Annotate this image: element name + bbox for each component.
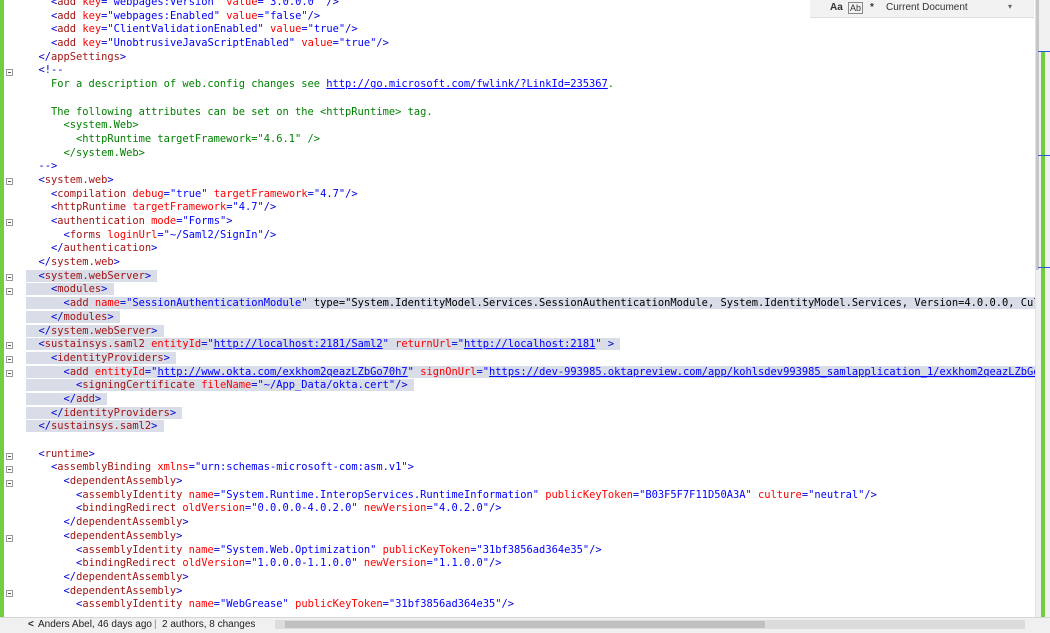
fold-toggle-system-web[interactable] xyxy=(6,178,13,185)
code-line[interactable]: <signingCertificate fileName="~/App_Data… xyxy=(26,379,1035,393)
code-line[interactable]: <add name="SessionAuthenticationModule" … xyxy=(26,297,1035,311)
code-line[interactable]: <bindingRedirect oldVersion="1.0.0.0-1.1… xyxy=(26,557,1035,571)
chevron-left-icon[interactable]: < xyxy=(28,619,34,630)
fold-toggle-identity-providers[interactable] xyxy=(6,356,13,363)
fold-toggle-authentication[interactable] xyxy=(6,219,13,226)
code-line[interactable]: --> xyxy=(26,160,1035,174)
fold-toggle-sustainsys[interactable] xyxy=(6,342,13,349)
code-line[interactable]: </identityProviders> xyxy=(26,406,1035,421)
regex-toggle[interactable]: * xyxy=(870,2,874,13)
scrollbar-change-marker xyxy=(1041,51,1045,617)
code-line[interactable]: <dependentAssembly> xyxy=(26,530,1035,544)
chevron-down-icon[interactable]: ▾ xyxy=(1008,2,1012,11)
code-line[interactable]: <dependentAssembly> xyxy=(26,585,1035,599)
code-line[interactable]: <assemblyIdentity name="System.Web.Optim… xyxy=(26,544,1035,558)
code-line[interactable]: <assemblyIdentity name="WebGrease" publi… xyxy=(26,598,1035,612)
code-line[interactable]: <assemblyIdentity name="System.Runtime.I… xyxy=(26,489,1035,503)
code-line[interactable]: <system.webServer> xyxy=(26,269,1035,284)
code-line[interactable]: The following attributes can be set on t… xyxy=(26,106,1035,120)
code-line[interactable]: <add key="UnobtrusiveJavaScriptEnabled" … xyxy=(26,37,1035,51)
scrollbar-caret-marker-3 xyxy=(1038,267,1050,268)
fold-toggle-assembly-binding[interactable] xyxy=(6,466,13,473)
fold-toggle-system-webserver[interactable] xyxy=(6,274,13,281)
code-line[interactable]: <add entityId="http://www.okta.com/exkho… xyxy=(26,365,1035,380)
search-scope-dropdown[interactable]: Current Document xyxy=(886,2,968,13)
fold-toggle-runtime[interactable] xyxy=(6,453,13,460)
code-line[interactable]: </dependentAssembly> xyxy=(26,516,1035,530)
code-line[interactable]: <httpRuntime targetFramework="4.6.1" /> xyxy=(26,133,1035,147)
code-line[interactable]: <compilation debug="true" targetFramewor… xyxy=(26,188,1035,202)
code-line[interactable]: <bindingRedirect oldVersion="0.0.0.0-4.0… xyxy=(26,502,1035,516)
code-line[interactable]: <add key="ClientValidationEnabled" value… xyxy=(26,23,1035,37)
code-line[interactable]: </modules> xyxy=(26,310,1035,325)
code-line[interactable]: <forms loginUrl="~/Saml2/SignIn"/> xyxy=(26,229,1035,243)
code-editor[interactable]: <add key="webpages:Version" value="3.0.0… xyxy=(26,0,1035,617)
fold-toggle-dependent-assembly-1[interactable] xyxy=(6,480,13,487)
code-line[interactable]: <sustainsys.saml2 entityId="http://local… xyxy=(26,338,1035,352)
code-line[interactable] xyxy=(26,434,1035,448)
code-line[interactable]: <httpRuntime targetFramework="4.7"/> xyxy=(26,201,1035,215)
code-line[interactable]: </dependentAssembly> xyxy=(26,571,1035,585)
code-line[interactable]: <assemblyBinding xmlns="urn:schemas-micr… xyxy=(26,461,1035,475)
status-divider: | xyxy=(154,619,157,630)
code-line[interactable]: <runtime> xyxy=(26,448,1035,462)
code-line[interactable]: </system.Web> xyxy=(26,147,1035,161)
code-line[interactable] xyxy=(26,92,1035,106)
fold-toggle-comment[interactable] xyxy=(6,69,13,76)
find-options-bar: Aa Ab * Current Document ▾ xyxy=(810,0,1034,18)
code-line[interactable]: </add> xyxy=(26,392,1035,407)
horizontal-scrollbar-thumb[interactable] xyxy=(285,621,765,628)
code-line[interactable]: <identityProviders> xyxy=(26,351,1035,366)
vertical-scrollbar-thumb[interactable] xyxy=(1036,0,1039,270)
code-line[interactable]: </system.web> xyxy=(26,256,1035,270)
code-line[interactable]: <modules> xyxy=(26,283,1035,297)
fold-toggle-dependent-assembly-3[interactable] xyxy=(6,590,13,597)
code-line[interactable]: For a description of web.config changes … xyxy=(26,78,1035,92)
code-line[interactable]: </system.webServer> xyxy=(26,324,1035,339)
scrollbar-caret-marker-1 xyxy=(1038,51,1050,52)
fold-toggle-add[interactable] xyxy=(6,370,13,377)
fold-toggle-modules[interactable] xyxy=(6,288,13,295)
code-line[interactable]: </sustainsys.saml2> xyxy=(26,420,1035,434)
code-line[interactable]: <system.Web> xyxy=(26,119,1035,133)
match-case-toggle[interactable]: Aa xyxy=(830,2,843,13)
code-line[interactable]: </authentication> xyxy=(26,242,1035,256)
last-author-info[interactable]: Anders Abel, 46 days ago xyxy=(38,619,152,630)
whole-word-toggle[interactable]: Ab xyxy=(848,2,864,14)
code-line[interactable]: </appSettings> xyxy=(26,51,1035,65)
scrollbar-caret-marker-2 xyxy=(1038,155,1050,156)
authors-changes-info[interactable]: 2 authors, 8 changes xyxy=(162,619,255,630)
code-line[interactable]: <authentication mode="Forms"> xyxy=(26,215,1035,229)
code-line[interactable]: <dependentAssembly> xyxy=(26,475,1035,489)
change-tracking-bar xyxy=(0,0,4,617)
fold-toggle-dependent-assembly-2[interactable] xyxy=(6,535,13,542)
code-line[interactable]: <system.web> xyxy=(26,174,1035,188)
code-line[interactable]: <!-- xyxy=(26,64,1035,78)
